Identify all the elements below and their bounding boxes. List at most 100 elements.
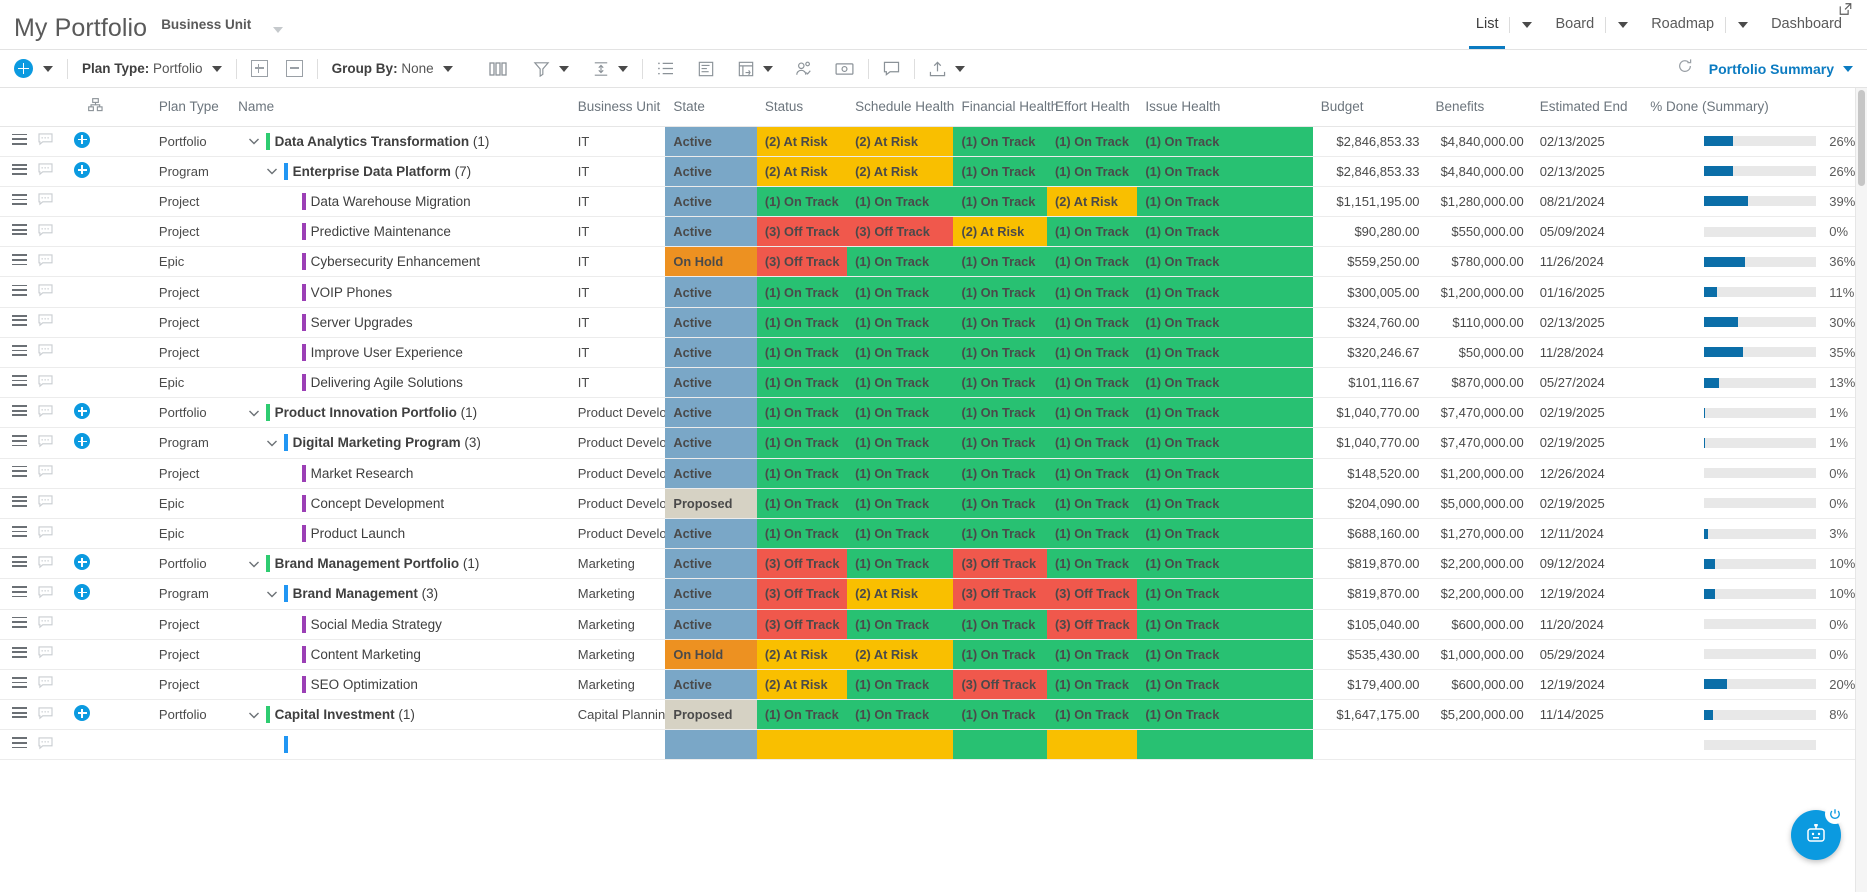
table-row[interactable]: Portfolio Capital Investment (1) Capital P… — [0, 699, 1855, 731]
plan-name-link[interactable]: Brand Management Portfolio (1) — [275, 556, 480, 571]
row-comment-button[interactable] — [38, 307, 69, 338]
export-button[interactable] — [929, 50, 946, 87]
filter-menu[interactable] — [558, 50, 569, 87]
col-status[interactable]: Status — [756, 88, 848, 127]
chevron-down-icon[interactable] — [264, 435, 280, 451]
add-plan-menu[interactable] — [43, 50, 53, 87]
cell-name[interactable]: Concept Development — [238, 488, 570, 519]
row-drag-handle[interactable] — [0, 548, 39, 580]
comment-button[interactable] — [883, 50, 900, 87]
collapse-all-button[interactable] — [285, 50, 303, 87]
table-row[interactable]: Program Digital Marketing Program (3) Prod… — [0, 427, 1855, 459]
add-plan-button[interactable] — [14, 50, 33, 87]
tab-roadmap[interactable]: Roadmap — [1640, 0, 1725, 49]
row-comment-button[interactable] — [38, 397, 69, 429]
table-row[interactable]: Project Content Marketing Marketing On Hold… — [0, 639, 1855, 670]
table-row[interactable]: Project Data Warehouse Migration IT Active(… — [0, 186, 1855, 218]
row-drag-handle[interactable] — [0, 186, 39, 218]
table-row[interactable]: Project Predictive Maintenance IT Active (3)… — [0, 216, 1855, 248]
row-comment-button[interactable] — [38, 639, 69, 670]
plan-name-link[interactable]: Enterprise Data Platform (7) — [293, 164, 472, 179]
tab-list[interactable]: List — [1465, 0, 1510, 49]
plan-type-filter[interactable]: Plan Type: Portfolio — [82, 50, 222, 87]
row-drag-handle[interactable] — [0, 458, 39, 489]
open-in-new-icon[interactable] — [1838, 2, 1853, 16]
row-drag-handle[interactable] — [0, 518, 39, 550]
group-by-selector[interactable]: Group By: None — [332, 50, 453, 87]
list-view-button[interactable] — [657, 50, 674, 87]
row-drag-handle[interactable] — [0, 639, 39, 670]
col-schedule-health[interactable]: Schedule Health — [847, 88, 954, 127]
col-pct-done[interactable]: % Done (Summary) — [1642, 88, 1855, 127]
table-row[interactable]: Project Social Media Strategy Marketing Act… — [0, 609, 1855, 640]
cell-name[interactable]: Product Innovation Portfolio (1) — [238, 397, 570, 429]
col-effort-health[interactable]: Effort Health — [1047, 88, 1138, 127]
row-comment-button[interactable] — [38, 246, 69, 278]
row-drag-handle[interactable] — [0, 307, 39, 338]
row-add-child-button[interactable] — [68, 126, 151, 157]
row-drag-handle[interactable] — [0, 578, 39, 610]
plan-name-link[interactable]: Product Launch — [311, 526, 406, 541]
plan-name-link[interactable]: Capital Investment (1) — [275, 707, 415, 722]
tab-roadmap-menu[interactable] — [1725, 17, 1760, 33]
row-drag-handle[interactable] — [0, 729, 39, 761]
col-issue-health[interactable]: Issue Health — [1137, 88, 1313, 127]
table-row[interactable]: Portfolio Product Innovation Portfolio (1… — [0, 397, 1855, 429]
cell-name[interactable]: SEO Optimization — [238, 669, 570, 701]
chevron-down-icon[interactable] — [246, 133, 262, 149]
table-row[interactable]: Program Enterprise Data Platform (7) IT Act… — [0, 156, 1855, 187]
chevron-down-icon[interactable] — [246, 556, 262, 572]
table-row[interactable]: Portfolio Brand Management Portfolio (1) M… — [0, 548, 1855, 580]
plan-name-link[interactable]: Social Media Strategy — [311, 617, 442, 632]
col-budget[interactable]: Budget — [1312, 88, 1428, 127]
plan-name-link[interactable]: SEO Optimization — [311, 677, 418, 692]
plan-name-link[interactable]: Data Warehouse Migration — [311, 194, 471, 209]
cell-name[interactable]: Social Media Strategy — [238, 609, 570, 640]
col-benefits[interactable]: Benefits — [1427, 88, 1532, 127]
cell-name[interactable]: Enterprise Data Platform (7) — [238, 156, 570, 187]
table-row[interactable]: Epic Cybersecurity Enhancement IT On Hold (3… — [0, 246, 1855, 278]
plan-name-link[interactable]: Digital Marketing Program (3) — [293, 435, 481, 450]
tab-board[interactable]: Board — [1544, 0, 1605, 49]
row-add-child-button[interactable] — [68, 397, 151, 429]
virtual-agent-close-button[interactable] — [1825, 804, 1845, 824]
row-drag-handle[interactable] — [0, 246, 39, 278]
table-row[interactable]: Project Improve User Experience IT Active (1… — [0, 337, 1855, 369]
row-add-child-button[interactable] — [68, 427, 151, 459]
plan-name-link[interactable]: Market Research — [311, 466, 414, 481]
expand-all-button[interactable] — [250, 50, 268, 87]
cell-name[interactable]: Product Launch — [238, 518, 570, 550]
chevron-down-icon[interactable] — [1843, 65, 1853, 72]
row-comment-button[interactable] — [38, 126, 69, 157]
row-comment-button[interactable] — [38, 488, 69, 519]
row-comment-button[interactable] — [38, 458, 69, 489]
tab-list-menu[interactable] — [1509, 17, 1544, 33]
refresh-button[interactable] — [1677, 58, 1693, 79]
table-row[interactable]: Project Server Upgrades IT Active (1) On Tra… — [0, 307, 1855, 338]
cell-name[interactable]: Predictive Maintenance — [238, 216, 570, 248]
col-hierarchy[interactable] — [68, 88, 151, 127]
cell-name[interactable] — [238, 729, 570, 761]
plan-name-link[interactable]: Server Upgrades — [311, 315, 413, 330]
row-comment-button[interactable] — [38, 518, 69, 550]
chevron-down-icon[interactable] — [246, 707, 262, 723]
cell-name[interactable]: Market Research — [238, 458, 570, 489]
plan-name-link[interactable]: VOIP Phones — [311, 285, 393, 300]
plan-name-link[interactable]: Product Innovation Portfolio (1) — [275, 405, 478, 420]
baseline-button[interactable] — [698, 50, 714, 87]
columns-button[interactable] — [488, 50, 507, 87]
col-name[interactable]: Name — [238, 88, 570, 127]
plan-name-link[interactable]: Content Marketing — [311, 647, 421, 662]
table-row[interactable]: Portfolio Data Analytics Transformation (… — [0, 126, 1855, 157]
card-view-menu[interactable] — [762, 50, 773, 87]
row-drag-handle[interactable] — [0, 609, 39, 640]
col-financial-health[interactable]: Financial Health — [953, 88, 1058, 127]
row-add-child-button[interactable] — [68, 699, 151, 731]
row-comment-button[interactable] — [38, 427, 69, 459]
row-add-child-button[interactable] — [68, 578, 151, 610]
cell-name[interactable]: Cybersecurity Enhancement — [238, 246, 570, 278]
cell-name[interactable]: Digital Marketing Program (3) — [238, 427, 570, 459]
row-drag-handle[interactable] — [0, 276, 39, 308]
col-estimated-end[interactable]: Estimated End — [1531, 88, 1643, 127]
row-comment-button[interactable] — [38, 337, 69, 369]
